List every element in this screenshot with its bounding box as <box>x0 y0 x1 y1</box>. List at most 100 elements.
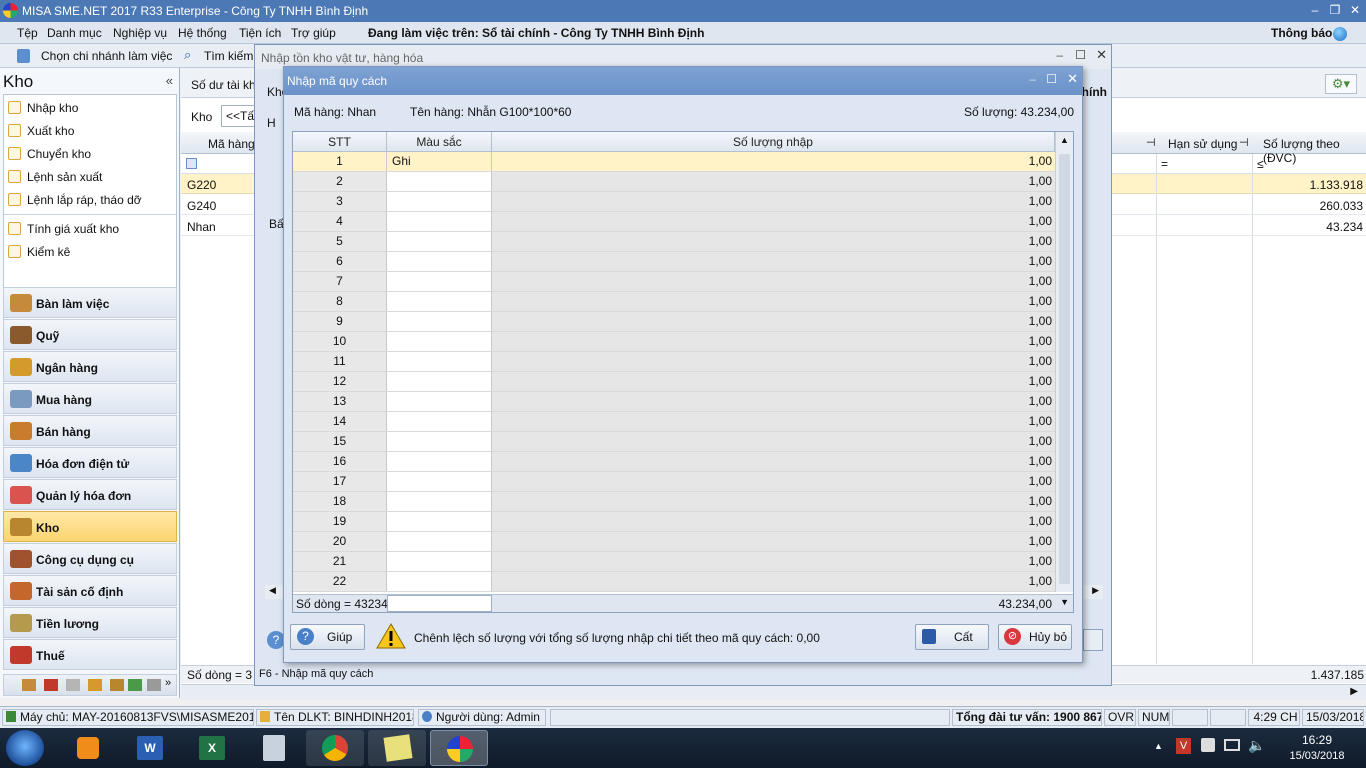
module-quy[interactable]: Quỹ <box>3 319 177 350</box>
gear-icon[interactable]: ⚙▾ <box>1325 74 1357 94</box>
close-icon[interactable]: ✕ <box>1067 71 1078 87</box>
cancel-button[interactable]: ⊘ Hủy bỏ <box>998 624 1072 650</box>
table-row[interactable]: 4 1,00 <box>293 212 1055 232</box>
scroll-right-icon[interactable]: ▶ <box>1350 686 1358 697</box>
network-icon[interactable] <box>1224 739 1240 751</box>
cell-so-luong[interactable]: 1,00 <box>492 252 1055 271</box>
col-mau-sac[interactable]: Màu sắc <box>387 132 492 152</box>
scroll-down-icon[interactable]: ▼ <box>1060 597 1069 607</box>
table-row[interactable]: 8 1,00 <box>293 292 1055 312</box>
cell-mau-sac[interactable] <box>387 232 492 251</box>
minimize-icon[interactable]: – <box>1056 48 1063 62</box>
table-row[interactable]: 21 1,00 <box>293 552 1055 572</box>
branch-button[interactable]: Chọn chi nhánh làm việc <box>41 49 172 63</box>
tray-expand-icon[interactable]: ▲ <box>1154 741 1163 751</box>
tray-app-icon[interactable]: V <box>1176 738 1191 754</box>
col-han-su-dung[interactable]: Hạn sử dụng <box>1168 137 1237 151</box>
cell-mau-sac[interactable] <box>387 532 492 551</box>
save-button[interactable]: Cất <box>915 624 989 650</box>
filter-checkbox[interactable] <box>186 158 197 169</box>
collapse-icon[interactable]: « <box>166 73 173 88</box>
menu-tien-ich[interactable]: Tiện ích <box>239 26 281 40</box>
table-row[interactable]: 7 1,00 <box>293 272 1055 292</box>
filter-eq[interactable]: = <box>1161 157 1168 171</box>
taskbar-word[interactable]: W <box>120 730 178 766</box>
cell-so-luong[interactable]: 1,00 <box>492 452 1055 471</box>
cell-so-luong[interactable]: 1,00 <box>492 152 1055 171</box>
sidebar-item-kiem-ke[interactable]: Kiểm kê <box>8 245 70 259</box>
table-row[interactable]: 5 1,00 <box>293 232 1055 252</box>
module-cong-cu-dung-cu[interactable]: Công cụ dụng cụ <box>3 543 177 574</box>
shortcut-icon[interactable] <box>147 679 161 691</box>
shortcut-icon[interactable] <box>44 679 58 691</box>
sidebar-item-lenh-san-xuat[interactable]: Lệnh sản xuất <box>8 170 102 184</box>
module-hoa-don-dien-tu[interactable]: Hóa đơn điện tử <box>3 447 177 478</box>
cell-mau-sac[interactable] <box>387 292 492 311</box>
cell-so-luong[interactable]: 1,00 <box>492 192 1055 211</box>
cell-mau-sac[interactable] <box>387 412 492 431</box>
tray-action-icon[interactable] <box>1201 738 1215 752</box>
shortcut-icon[interactable] <box>66 679 80 691</box>
sidebar-item-chuyen-kho[interactable]: Chuyển kho <box>8 147 91 161</box>
menu-danh-muc[interactable]: Danh mục <box>47 26 102 40</box>
taskbar-media-player[interactable] <box>58 730 116 766</box>
table-row[interactable]: 19 1,00 <box>293 512 1055 532</box>
module-ngan-hang[interactable]: Ngân hàng <box>3 351 177 382</box>
cell-so-luong[interactable]: 1,00 <box>492 432 1055 451</box>
col-so-luong-nhap[interactable]: Số lượng nhập <box>492 132 1055 152</box>
close-icon[interactable]: ✕ <box>1346 2 1364 19</box>
cell-mau-sac[interactable] <box>387 472 492 491</box>
module-thue[interactable]: Thuế <box>3 639 177 670</box>
sidebar-item-nhap-kho[interactable]: Nhập kho <box>8 101 78 115</box>
scroll-up-icon[interactable]: ▲ <box>1060 135 1069 145</box>
cell-so-luong[interactable]: 1,00 <box>492 472 1055 491</box>
cell-so-luong[interactable]: 1,00 <box>492 172 1055 191</box>
cell-so-luong[interactable]: 1,00 <box>492 572 1055 591</box>
taskbar-excel[interactable]: X <box>182 730 240 766</box>
table-row[interactable]: 20 1,00 <box>293 532 1055 552</box>
maximize-icon[interactable]: ☐ <box>1075 48 1086 62</box>
chevron-down-icon[interactable]: » <box>165 677 171 689</box>
scroll-thumb[interactable] <box>1059 154 1070 584</box>
cell-so-luong[interactable]: 1,00 <box>492 272 1055 291</box>
menu-tro-giup[interactable]: Trợ giúp <box>291 26 336 40</box>
cell-mau-sac[interactable] <box>387 212 492 231</box>
cell-mau-sac[interactable]: Ghi <box>387 152 492 171</box>
table-row[interactable]: 17 1,00 <box>293 472 1055 492</box>
search-button[interactable]: Tìm kiếm <box>204 49 253 63</box>
cell-mau-sac[interactable] <box>387 572 492 591</box>
table-row[interactable]: 18 1,00 <box>293 492 1055 512</box>
table-row[interactable]: 2 1,00 <box>293 172 1055 192</box>
taskbar-calculator[interactable] <box>244 730 302 766</box>
table-row[interactable]: 12 1,00 <box>293 372 1055 392</box>
scroll-left-icon[interactable]: ◀ <box>269 585 276 596</box>
cell-so-luong[interactable]: 1,00 <box>492 492 1055 511</box>
pin-icon[interactable]: ⊣ <box>1239 136 1249 149</box>
horizontal-scrollbar[interactable]: ▶ <box>181 684 1366 700</box>
scroll-right-icon[interactable]: ▶ <box>1092 585 1099 596</box>
cell-so-luong[interactable]: 1,00 <box>492 332 1055 351</box>
sidebar-item-tinh-gia[interactable]: Tính giá xuất kho <box>8 222 119 236</box>
cell-so-luong[interactable]: 1,00 <box>492 392 1055 411</box>
cell-so-luong[interactable]: 1,00 <box>492 212 1055 231</box>
cell-mau-sac[interactable] <box>387 552 492 571</box>
cell-so-luong[interactable]: 1,00 <box>492 232 1055 251</box>
cell-mau-sac[interactable] <box>387 392 492 411</box>
cell-so-luong[interactable]: 1,00 <box>492 532 1055 551</box>
module-ban-hang[interactable]: Bán hàng <box>3 415 177 446</box>
table-row[interactable]: 16 1,00 <box>293 452 1055 472</box>
volume-icon[interactable]: 🔈 <box>1248 737 1265 754</box>
globe-icon[interactable] <box>1333 27 1347 41</box>
table-row[interactable]: 6 1,00 <box>293 252 1055 272</box>
col-ma-hang[interactable]: Mã hàng <box>208 137 255 151</box>
vertical-scrollbar[interactable]: ▲ <box>1055 132 1073 592</box>
clock-time[interactable]: 16:29 <box>1282 733 1352 747</box>
table-row[interactable]: 9 1,00 <box>293 312 1055 332</box>
footer-input[interactable] <box>387 595 492 612</box>
sidebar-item-lenh-lap-rap[interactable]: Lệnh lắp ráp, tháo dỡ <box>8 193 142 207</box>
cell-mau-sac[interactable] <box>387 332 492 351</box>
cell-so-luong[interactable]: 1,00 <box>492 372 1055 391</box>
cell-so-luong[interactable]: 1,00 <box>492 512 1055 531</box>
menu-nghiep-vu[interactable]: Nghiệp vụ <box>113 26 167 40</box>
table-row[interactable]: 10 1,00 <box>293 332 1055 352</box>
